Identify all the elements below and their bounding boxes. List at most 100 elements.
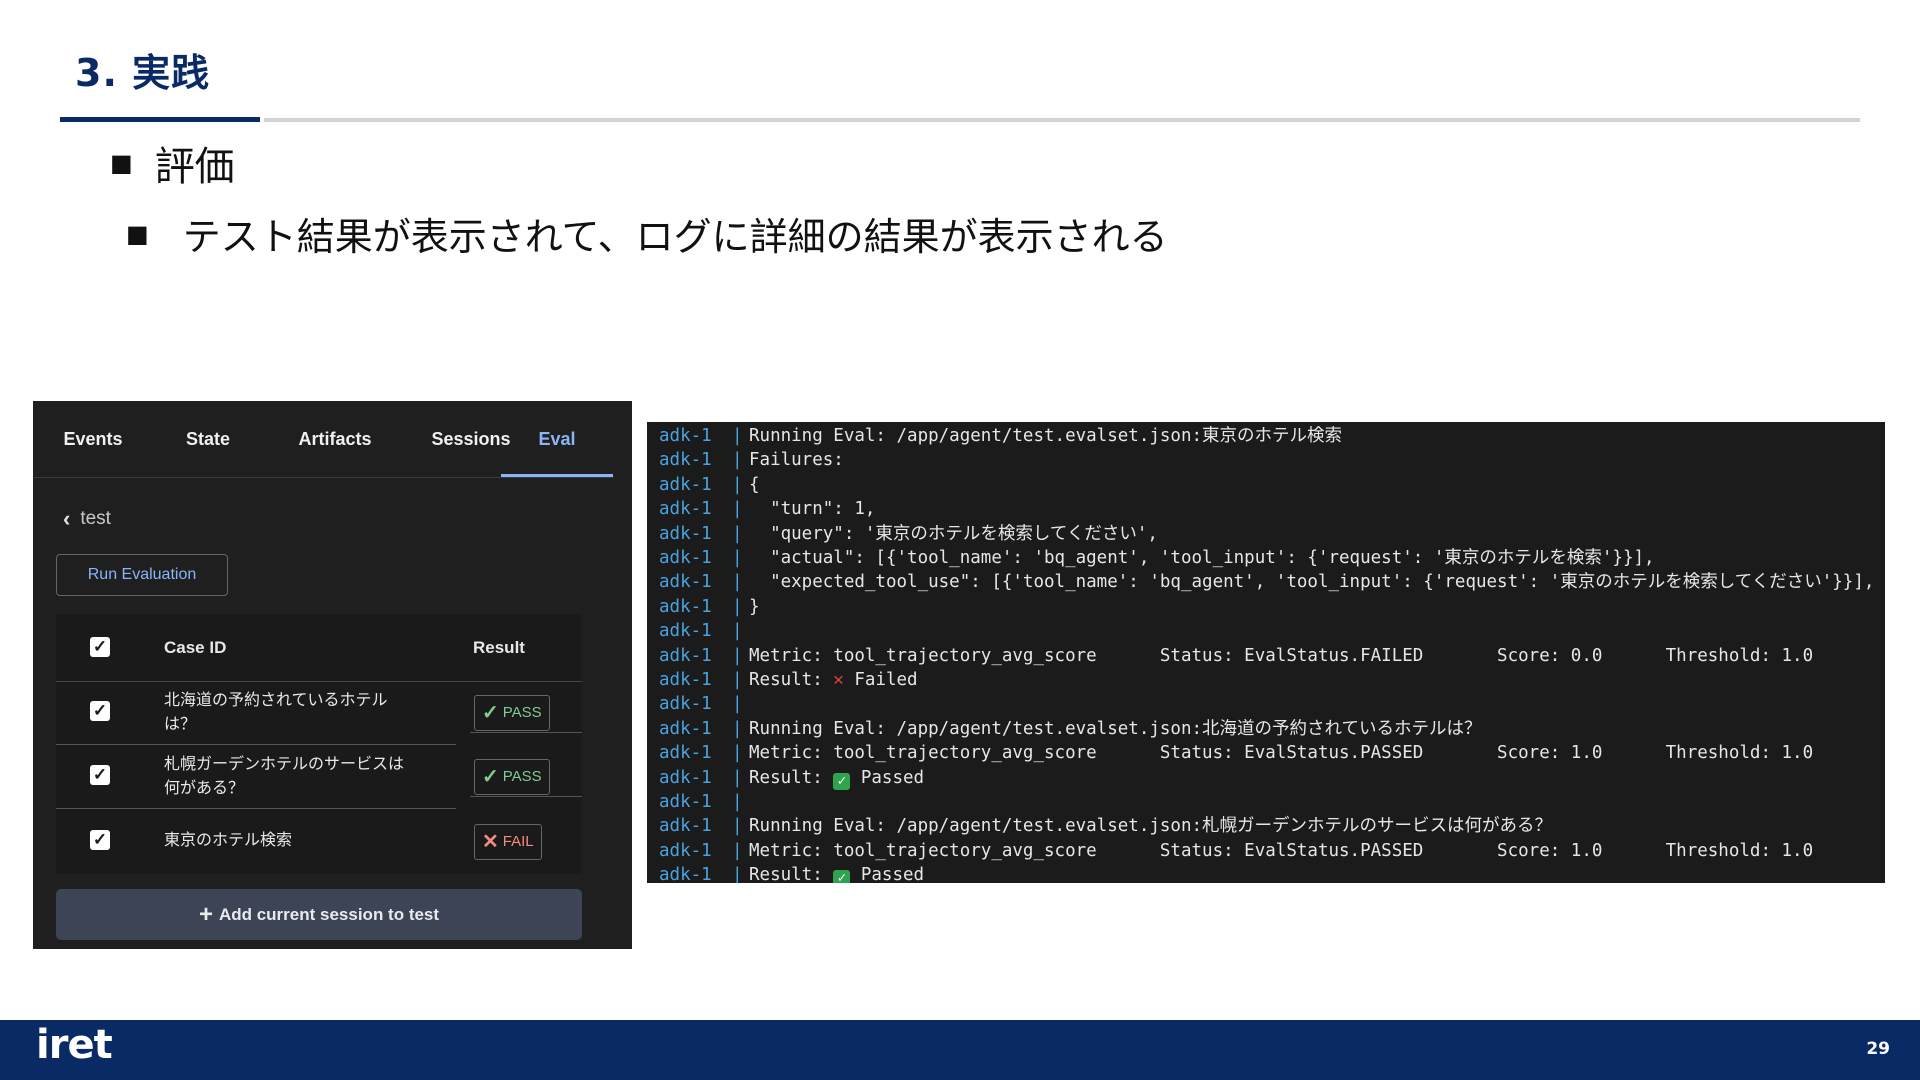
plus-icon: + xyxy=(198,900,213,928)
log-line: adk-1 | { xyxy=(647,473,1885,497)
terminal-log: adk-1 | Running Eval: /app/agent/test.eval… xyxy=(647,422,1885,883)
log-prefix: adk-1 xyxy=(659,840,712,861)
log-separator: | xyxy=(732,718,743,739)
log-line: adk-1 |} xyxy=(647,595,1885,619)
log-line: adk-1 | Metric: tool_trajectory_avg_score … xyxy=(647,644,1885,668)
log-separator: | xyxy=(732,596,743,617)
result-label: PASS xyxy=(502,768,542,785)
log-text: Result: ✓ Passed xyxy=(749,767,925,790)
log-prefix: adk-1 xyxy=(659,792,712,812)
run-evaluation-button[interactable]: Run Evaluation xyxy=(56,554,228,596)
log-line: adk-1 | Running Eval: /app/agent/test.eval… xyxy=(647,717,1885,741)
row-divider xyxy=(470,732,582,733)
log-line: adk-1 | "query": '東京のホテルを検索してください', xyxy=(647,522,1885,546)
log-separator: | xyxy=(732,523,743,544)
row-checkbox[interactable]: ✓ xyxy=(90,830,110,850)
log-separator: | xyxy=(732,426,743,446)
log-separator: | xyxy=(732,572,743,593)
log-text: { xyxy=(749,474,760,495)
tab-state[interactable]: State xyxy=(168,401,248,477)
log-text: Running Eval: /app/agent/test.evalset.js… xyxy=(749,426,1343,446)
result-badge: ✓ PASS xyxy=(474,695,550,731)
evalset-name: test xyxy=(80,508,111,529)
log-line: adk-1 | Result: ✓ Passed xyxy=(647,766,1885,790)
table-row: ✓ 札幌ガーデンホテルのサービスは何がある？ ✓ PASS xyxy=(56,745,582,809)
check-mark-icon: ✓ xyxy=(833,772,851,790)
tab-eval[interactable]: Eval xyxy=(501,401,613,477)
check-mark-icon: ✓ xyxy=(833,870,851,883)
row-checkbox[interactable]: ✓ xyxy=(90,765,110,785)
select-all-checkbox[interactable]: ✓ xyxy=(90,637,110,657)
eval-panel: Events State Artifacts Sessions Eval ‹ t… xyxy=(33,401,632,949)
log-separator: | xyxy=(732,865,743,883)
result-label: FAIL xyxy=(502,833,534,850)
log-text: Metric: tool_trajectory_avg_score Status… xyxy=(749,743,1814,764)
case-id: 北海道の予約されているホテルは？ xyxy=(164,692,388,733)
log-line: adk-1 | xyxy=(647,790,1885,814)
log-prefix: adk-1 xyxy=(659,718,712,739)
log-prefix: adk-1 xyxy=(659,645,712,666)
tab-artifacts[interactable]: Artifacts xyxy=(270,401,400,477)
log-line: adk-1 | Metric: tool_trajectory_avg_score … xyxy=(647,741,1885,765)
log-separator: | xyxy=(732,767,743,788)
log-separator: | xyxy=(732,499,743,520)
log-line: adk-1 | xyxy=(647,692,1885,716)
log-text: Result: ✓ Passed xyxy=(749,863,924,883)
log-prefix: adk-1 xyxy=(659,572,712,593)
log-prefix: adk-1 xyxy=(659,474,712,495)
chevron-left-icon: ‹ xyxy=(63,506,71,531)
log-separator: | xyxy=(732,450,743,471)
log-line: adk-1 | Running Eval: /app/agent/test.eval… xyxy=(647,424,1885,448)
log-text: Metric: tool_trajectory_avg_score Status… xyxy=(749,840,1814,861)
log-prefix: adk-1 xyxy=(659,767,712,788)
log-separator: | xyxy=(732,816,743,837)
log-line: adk-1 | Result: ✓ Passed xyxy=(647,863,1885,883)
log-separator: | xyxy=(732,548,743,568)
table-row: ✓ 東京のホテル検索 ✕ FAIL xyxy=(56,809,582,874)
log-line: adk-1 | Running Eval: /app/agent/test.eval… xyxy=(647,814,1885,838)
log-prefix: adk-1 xyxy=(659,548,712,568)
log-text: "turn": 1, xyxy=(749,499,876,520)
log-prefix: adk-1 xyxy=(659,596,712,617)
table-row: ✓ 北海道の予約されているホテルは？ ✓ PASS xyxy=(56,681,582,745)
log-prefix: adk-1 xyxy=(659,426,712,446)
log-line: adk-1 | xyxy=(647,619,1885,643)
table-header: ✓ Case ID Result xyxy=(56,614,582,682)
bullet-text: テスト結果が表示されて、ログに詳細の結果が表示される xyxy=(182,215,1168,259)
bullet-evaluation: ■ 評価 xyxy=(110,134,235,192)
log-line: adk-1 | Failures: xyxy=(647,448,1885,472)
add-session-label: Add current session to test xyxy=(218,904,440,924)
page-number: 29 xyxy=(1866,1039,1890,1059)
bullet-square-icon: ■ xyxy=(126,219,149,248)
log-separator: | xyxy=(732,743,743,764)
log-line: adk-1 | "actual": [{'tool_name': 'bq_agen… xyxy=(647,546,1885,570)
result-badge: ✕ FAIL xyxy=(474,824,542,860)
title-rule xyxy=(264,118,1860,122)
tab-events[interactable]: Events xyxy=(52,401,134,477)
iret-logo: iret xyxy=(36,1022,113,1068)
row-checkbox[interactable]: ✓ xyxy=(90,701,110,721)
log-prefix: adk-1 xyxy=(659,816,712,837)
log-separator: | xyxy=(732,670,743,690)
log-separator: | xyxy=(732,840,743,861)
log-separator: | xyxy=(732,645,743,666)
row-divider xyxy=(470,796,582,797)
add-session-button[interactable]: + Add current session to test xyxy=(56,889,582,940)
log-prefix: adk-1 xyxy=(659,670,712,690)
log-prefix: adk-1 xyxy=(659,499,712,520)
title-rule-accent xyxy=(60,117,260,122)
log-line: adk-1 | Result: ✕ Failed xyxy=(647,668,1885,692)
check-icon: ✓ xyxy=(482,766,499,788)
log-separator: | xyxy=(732,694,743,715)
log-line: adk-1 | "expected_tool_use": [{'tool_name… xyxy=(647,570,1885,594)
slide-title: 3. 実践 xyxy=(75,51,211,95)
log-text: Failures: xyxy=(749,450,844,471)
cross-mark-icon: ✕ xyxy=(833,670,844,690)
bullet-text: 評価 xyxy=(154,144,235,190)
log-prefix: adk-1 xyxy=(659,523,712,544)
header-case-id: Case ID xyxy=(164,638,227,657)
back-link[interactable]: ‹ test xyxy=(63,506,111,532)
log-text: } xyxy=(749,596,760,617)
case-id: 札幌ガーデンホテルのサービスは何がある？ xyxy=(164,756,405,797)
case-id: 東京のホテル検索 xyxy=(164,832,293,849)
